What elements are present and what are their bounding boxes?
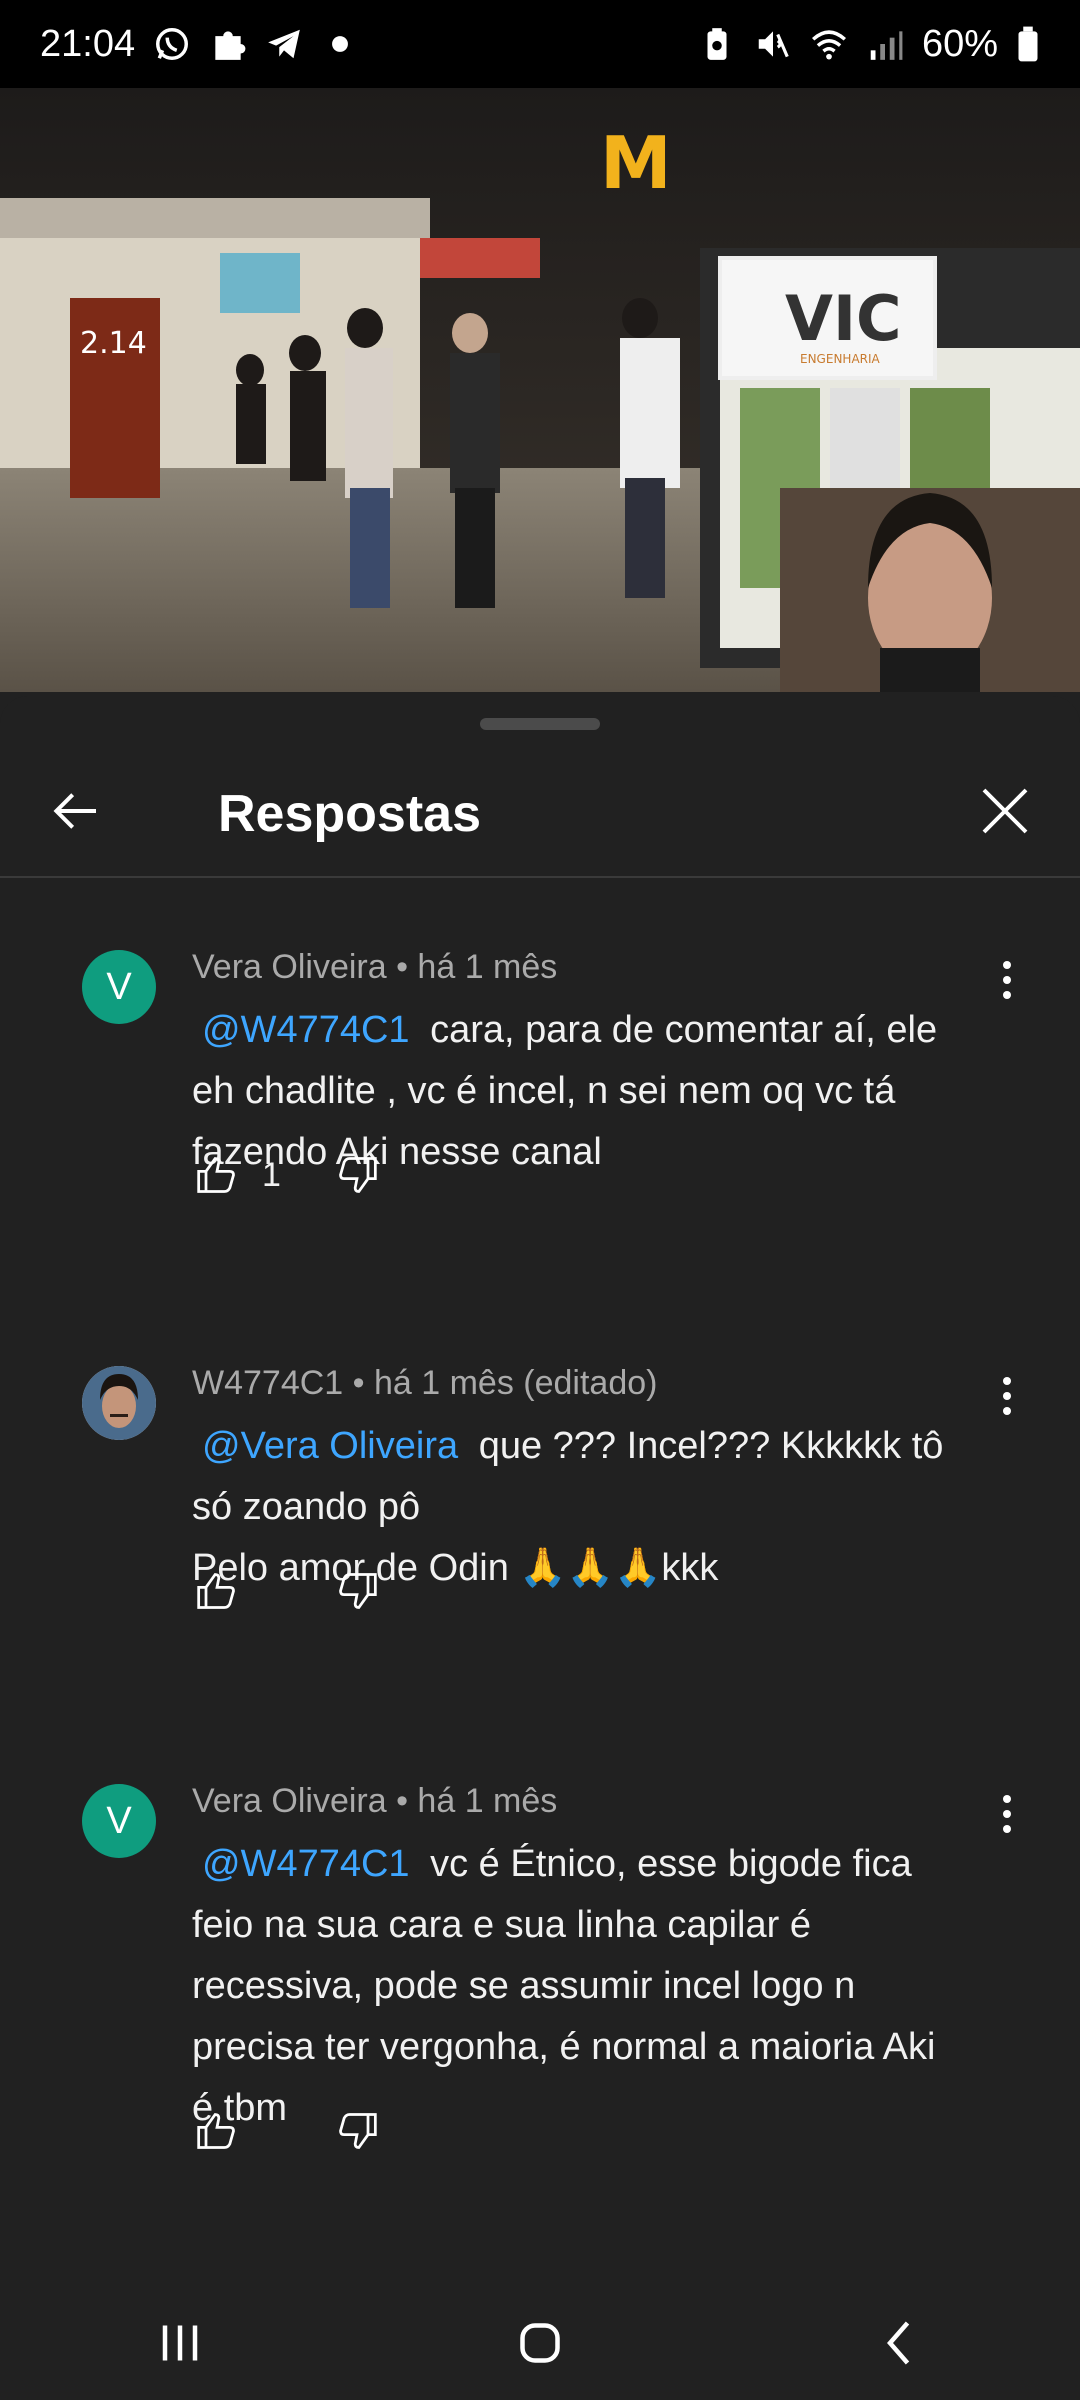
telegram-icon: [265, 25, 303, 63]
comment-line: só zoando pô: [192, 1486, 421, 1528]
mention-link[interactable]: @W4774C1: [192, 1009, 420, 1051]
comment-line: feio na sua cara e sua linha capilar é: [192, 1904, 811, 1946]
comment-meta: Vera Oliveira • há 1 mês: [192, 1782, 558, 1820]
system-nav-bar: [0, 2286, 1080, 2400]
kiosk-sign-text: VIC: [785, 282, 902, 355]
mention-link[interactable]: @Vera Oliveira: [192, 1425, 468, 1467]
replies-sheet: Respostas V Vera Oliveira • há 1 mês @W4…: [0, 696, 1080, 2286]
avatar[interactable]: [82, 1366, 156, 1440]
comment-line: precisa ter vergonha, é normal a maioria…: [192, 2026, 936, 2068]
recent-apps-button[interactable]: [140, 2303, 220, 2383]
recent-apps-icon: [162, 2325, 198, 2361]
dislike-button[interactable]: [332, 1566, 382, 1616]
thumbs-up-icon: [197, 1157, 235, 1193]
thumbs-up-icon: [197, 2113, 235, 2149]
like-button[interactable]: [192, 1150, 242, 1200]
avatar[interactable]: V: [82, 1784, 156, 1858]
comment-meta: W4774C1 • há 1 mês (editado): [192, 1364, 658, 1402]
puzzle-icon: [209, 25, 247, 63]
comment-meta: Vera Oliveira • há 1 mês: [192, 948, 558, 986]
comment-line: vc é Étnico, esse bigode fica: [430, 1843, 912, 1885]
status-bar: 21:04 60%: [0, 0, 1080, 88]
wifi-icon: [810, 25, 848, 63]
mention-link[interactable]: @W4774C1: [192, 1843, 420, 1885]
status-left: 21:04: [40, 23, 359, 66]
sheet-title: Respostas: [218, 785, 481, 843]
comment-line: recessiva, pode se assumir incel logo n: [192, 1965, 856, 2007]
avatar[interactable]: V: [82, 950, 156, 1024]
like-button[interactable]: [192, 2106, 242, 2156]
like-count: 1: [262, 1155, 281, 1194]
signal-icon: [866, 25, 904, 63]
mcdonalds-logo: M: [600, 121, 672, 205]
close-button[interactable]: [970, 776, 1040, 846]
battery-percent: 60%: [921, 22, 998, 65]
menu-board-text: 2.14: [80, 326, 147, 361]
kiosk-sign-subtext: ENGENHARIA: [800, 352, 881, 366]
status-time: 21:04: [40, 22, 136, 65]
comment-actions: [192, 1566, 382, 1616]
back-icon: [887, 2321, 910, 2365]
comment-line: que ??? Incel??? Kkkkkk tô: [478, 1425, 944, 1467]
home-button[interactable]: [500, 2303, 580, 2383]
comment-actions: 1: [192, 1150, 382, 1200]
header-divider: [0, 876, 1080, 878]
thumbs-down-icon: [339, 1573, 377, 1609]
profile-photo-icon: [82, 1366, 156, 1440]
status-right: 60%: [698, 23, 1040, 66]
close-icon: [982, 788, 1028, 834]
dot-icon: [321, 25, 359, 63]
comment-text: @W4774C1 vc é Étnico, esse bigode fica f…: [192, 1834, 1022, 2139]
mute-icon: [754, 25, 792, 63]
battery-saver-icon: [698, 25, 736, 63]
thumbs-up-icon: [197, 1573, 235, 1609]
comment-line: cara, para de comentar aí, ele: [430, 1009, 938, 1051]
drag-handle[interactable]: [480, 718, 600, 730]
battery-icon: [1016, 25, 1040, 63]
back-button[interactable]: [40, 776, 110, 846]
comment-line: eh chadlite , vc é incel, n sei nem oq v…: [192, 1070, 896, 1112]
whatsapp-icon: [153, 25, 191, 63]
thumbs-down-icon: [339, 2113, 377, 2149]
like-button[interactable]: [192, 1566, 242, 1616]
video-player[interactable]: M 2.14 VIC ENGENHARIA: [0, 88, 1080, 692]
dislike-button[interactable]: [332, 1150, 382, 1200]
video-frame: M 2.14 VIC ENGENHARIA: [0, 88, 1080, 692]
home-icon: [520, 2323, 560, 2363]
arrow-left-icon: [53, 793, 96, 829]
system-back-button[interactable]: [860, 2303, 940, 2383]
comment-actions: [192, 2106, 382, 2156]
dislike-button[interactable]: [332, 2106, 382, 2156]
thumbs-down-icon: [339, 1157, 377, 1193]
sheet-header: Respostas: [0, 756, 1080, 876]
